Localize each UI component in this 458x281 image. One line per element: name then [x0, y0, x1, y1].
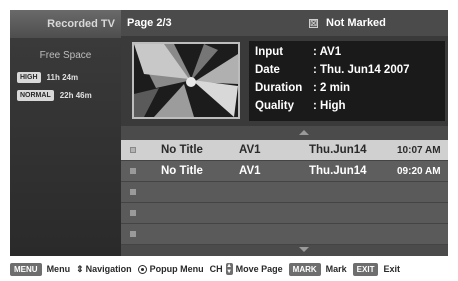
- ok-button-icon: [137, 264, 147, 274]
- channel-updown-icon: ▲ ▼: [225, 263, 233, 275]
- quality-normal-row: NORMAL 22h 46m: [17, 90, 92, 101]
- exit-label: Exit: [383, 264, 400, 274]
- move-page-label: Move Page: [235, 264, 283, 274]
- mark-checkbox[interactable]: [130, 168, 136, 174]
- quality-high-time: 11h 24m: [46, 73, 79, 82]
- filter-not-marked[interactable]: ☒ Not Marked: [309, 17, 386, 29]
- quality-high-row: HIGH 11h 24m: [17, 72, 78, 83]
- scroll-up-arrow-icon[interactable]: [299, 130, 309, 135]
- recording-thumbnail: [132, 42, 240, 119]
- recording-list: No Title AV1 Thu.Jun14 10:07 AM No Title…: [121, 140, 448, 245]
- mark-checkbox[interactable]: [130, 231, 136, 237]
- info-input: Input : AV1: [255, 46, 342, 58]
- ch-label: CH: [209, 264, 223, 274]
- mark-checkbox[interactable]: [130, 147, 136, 153]
- exit-key[interactable]: EXIT: [352, 262, 379, 276]
- mark-checkbox[interactable]: [130, 189, 136, 195]
- checkbox-icon: ☒: [309, 18, 318, 28]
- info-quality: Quality : High: [255, 100, 346, 112]
- info-duration: Duration : 2 min: [255, 82, 351, 94]
- updown-arrows-icon: ⇕: [76, 263, 84, 274]
- flower-thumbnail-image: [134, 44, 238, 117]
- quality-normal-time: 22h 46m: [59, 91, 92, 100]
- empty-row[interactable]: [121, 182, 448, 203]
- filter-label: Not Marked: [326, 17, 386, 29]
- main-panel: Page 2/3 ☒ Not Marked Input: AV1 Date:…: [121, 10, 448, 256]
- mark-label: Mark: [325, 264, 347, 274]
- menu-label: Menu: [46, 264, 71, 274]
- mark-key[interactable]: MARK: [288, 262, 321, 276]
- navigation-label: Navigation: [85, 264, 132, 274]
- empty-row[interactable]: [121, 224, 448, 245]
- help-bar: MENU Menu ⇕ Navigation Popup Menu CH ▲ ▼ …: [0, 257, 458, 281]
- recorded-tv-screen: Recorded TV Free Space HIGH 11h 24m NORM…: [10, 10, 448, 256]
- recording-info-box: Input : AV1 Date : Thu. Jun14 2007 Durat…: [121, 36, 448, 126]
- free-space-label: Free Space: [39, 50, 92, 61]
- recording-row[interactable]: No Title AV1 Thu.Jun14 09:20 AM: [121, 161, 448, 182]
- info-date: Date : Thu. Jun14 2007: [255, 64, 410, 76]
- mark-checkbox[interactable]: [130, 210, 136, 216]
- empty-row[interactable]: [121, 203, 448, 224]
- recording-details: Input : AV1 Date : Thu. Jun14 2007 Durat…: [249, 41, 445, 121]
- quality-high-badge: HIGH: [17, 72, 41, 83]
- sidebar: Recorded TV Free Space HIGH 11h 24m NORM…: [10, 10, 121, 256]
- page-indicator: Page 2/3: [127, 17, 172, 29]
- quality-normal-badge: NORMAL: [17, 90, 54, 101]
- recording-row[interactable]: No Title AV1 Thu.Jun14 10:07 AM: [121, 140, 448, 161]
- sidebar-title: Recorded TV: [10, 10, 121, 38]
- popup-menu-label: Popup Menu: [149, 264, 204, 274]
- menu-key[interactable]: MENU: [10, 262, 42, 276]
- scroll-down-arrow-icon[interactable]: [299, 247, 309, 252]
